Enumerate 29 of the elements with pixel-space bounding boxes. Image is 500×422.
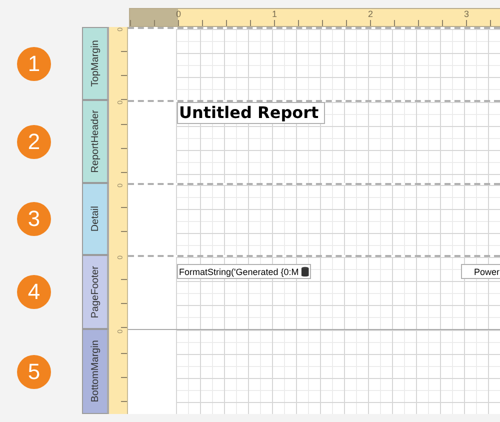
band-canvas[interactable]: FormatString('Generated {0:M Power bbox=[128, 255, 500, 329]
band-label[interactable]: ReportHeader bbox=[82, 100, 109, 183]
ruler-ticks-drawing bbox=[121, 124, 127, 173]
band-label[interactable]: Detail bbox=[82, 183, 109, 255]
ruler-number: 0 bbox=[176, 9, 182, 19]
ruler-number: 3 bbox=[464, 9, 470, 19]
ruler-ticks-drawing bbox=[121, 353, 127, 402]
ruler-ticks-drawing bbox=[121, 51, 127, 100]
step-badge: 3 bbox=[17, 202, 51, 236]
band-canvas[interactable] bbox=[128, 329, 500, 414]
ruler-number: 1 bbox=[272, 9, 278, 19]
expression-label[interactable]: FormatString('Generated {0:M bbox=[177, 264, 311, 279]
label-control[interactable]: Power bbox=[461, 264, 500, 279]
step-badge: 5 bbox=[17, 354, 51, 388]
band-canvas[interactable] bbox=[128, 27, 500, 100]
band-label[interactable]: BottomMargin bbox=[82, 329, 109, 414]
band-label[interactable]: PageFooter bbox=[82, 255, 109, 329]
band-canvas[interactable] bbox=[128, 183, 500, 255]
band-canvas[interactable]: Untitled Report bbox=[128, 100, 500, 183]
step-badge: 4 bbox=[17, 275, 51, 309]
band-label[interactable]: TopMargin bbox=[82, 27, 109, 100]
step-badge: 1 bbox=[17, 46, 51, 80]
ruler-ticks-drawing bbox=[121, 279, 127, 328]
step-badge: 2 bbox=[17, 124, 51, 158]
ruler-ticks-drawing bbox=[121, 207, 127, 232]
database-icon bbox=[300, 266, 309, 277]
ruler-number: 2 bbox=[368, 9, 374, 19]
expression-text: FormatString('Generated {0:M bbox=[179, 266, 299, 278]
report-title[interactable]: Untitled Report bbox=[177, 102, 325, 124]
